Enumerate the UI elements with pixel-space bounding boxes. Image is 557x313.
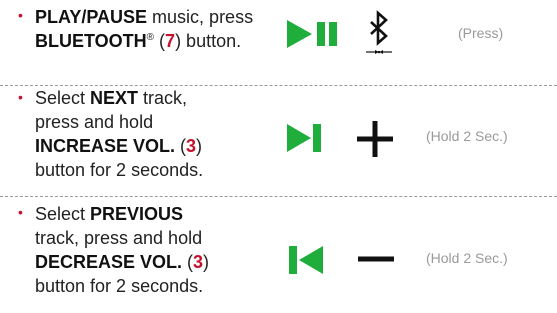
button-number: 3 [186,136,197,156]
instruction-line: PLAY/PAUSE music, press [35,5,253,29]
instruction-line: Select PREVIOUS [35,202,209,226]
instruction-line: button for 2 seconds. [35,158,203,182]
keyword-increase-vol: INCREASE VOL. [35,136,176,156]
instruction-line: press and hold [35,110,203,134]
instruction-line: track, press and hold [35,226,209,250]
previous-track-icon [289,246,323,274]
press-note: (Press) [458,25,504,41]
keyword-next: NEXT [90,88,139,108]
text-span: ( [182,252,194,272]
button-number: 3 [193,252,204,272]
instruction-line: button for 2 seconds. [35,274,209,298]
instruction-line: BLUETOOTH® (7) button. [35,29,253,53]
play-pause-icon [287,20,337,48]
button-number: 7 [165,31,176,51]
text-span: ( [175,136,187,156]
text-span: track, press and hold [35,228,203,248]
plus-icon [357,121,393,157]
instruction-row-play-pause: • PLAY/PAUSE music, press BLUETOOTH® (7)… [0,0,557,85]
keyword-previous: PREVIOUS [90,204,184,224]
bluetooth-icon [366,10,392,54]
text-span: music, press [147,7,254,27]
text-span: press and hold [35,112,154,132]
bullet: • [18,89,23,105]
hold-note: (Hold 2 Sec.) [426,250,508,266]
instruction-row-previous-track: • Select PREVIOUS track, press and hold … [0,197,557,313]
instruction-line: Select NEXT track, [35,86,203,110]
instruction-text: Select NEXT track, press and hold INCREA… [35,86,203,182]
instruction-line: INCREASE VOL. (3) [35,134,203,158]
text-span: Select [35,88,91,108]
text-span: track, [138,88,188,108]
text-span: ( [154,31,166,51]
text-span: button for 2 seconds. [35,160,204,180]
bullet: • [18,204,23,220]
instruction-row-next-track: • Select NEXT track, press and hold INCR… [0,86,557,196]
hold-note: (Hold 2 Sec.) [426,128,508,144]
text-span: Select [35,204,91,224]
text-span: button for 2 seconds. [35,276,204,296]
instruction-line: DECREASE VOL. (3) [35,250,209,274]
keyword-decrease-vol: DECREASE VOL. [35,252,183,272]
text-span: ) [196,136,203,156]
keyword-bluetooth: BLUETOOTH [35,31,147,51]
instruction-text: Select PREVIOUS track, press and hold DE… [35,202,209,298]
minus-icon [358,256,394,262]
keyword-play-pause: PLAY/PAUSE [35,7,148,27]
instruction-text: PLAY/PAUSE music, press BLUETOOTH® (7) b… [35,5,253,53]
bullet: • [18,7,23,23]
text-span: ) [203,252,210,272]
text-span: ) button. [175,31,242,51]
registered-mark: ® [146,32,155,43]
next-track-icon [287,124,321,152]
